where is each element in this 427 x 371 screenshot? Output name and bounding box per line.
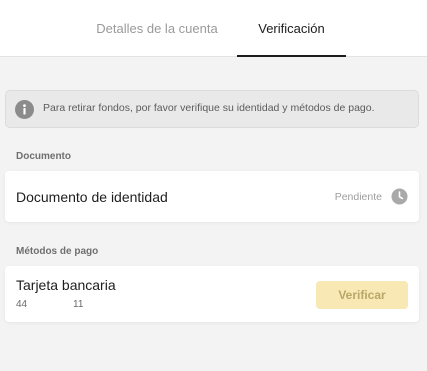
tab-account-details[interactable]: Detalles de la cuenta xyxy=(88,0,226,57)
verification-notice: Para retirar fondos, por favor verifique… xyxy=(5,90,419,128)
card-number-end: 11 xyxy=(73,299,84,310)
notice-text: Para retirar fondos, por favor verifique… xyxy=(43,102,375,114)
payment-method-title: Tarjeta bancaria xyxy=(16,277,116,293)
status-badge: Pendiente xyxy=(334,191,382,203)
clock-icon xyxy=(391,188,408,205)
active-tab-indicator xyxy=(237,55,346,57)
document-section-label: Documento xyxy=(16,151,71,162)
tab-verification[interactable]: Verificación xyxy=(237,0,346,57)
card-number-start: 44 xyxy=(16,299,28,310)
document-title: Documento de identidad xyxy=(16,189,168,205)
bank-card-item: Tarjeta bancaria 44 11 Verificar xyxy=(5,266,419,322)
payment-section-label: Métodos de pago xyxy=(16,246,99,257)
identity-document-card[interactable]: Documento de identidad Pendiente xyxy=(5,171,419,222)
verify-button[interactable]: Verificar xyxy=(316,281,408,309)
info-icon xyxy=(15,100,34,119)
tab-bar: Detalles de la cuenta Verificación xyxy=(0,0,427,57)
